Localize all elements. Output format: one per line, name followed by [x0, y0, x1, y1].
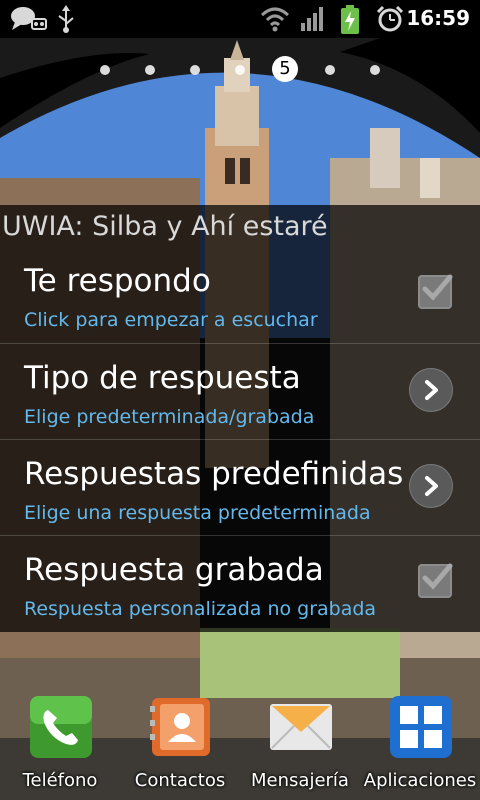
setting-subtitle: Respuesta personalizada no grabada [24, 598, 377, 620]
messaging-icon[interactable] [270, 696, 332, 758]
uwia-widget: UWIA: Silba y Ahí estaré Te respondo Cli… [0, 205, 480, 632]
dock-item-contactos[interactable]: Contactos [120, 696, 240, 796]
page-dot[interactable] [100, 65, 110, 75]
dock-label: Aplicaciones [363, 770, 477, 791]
dock-item-aplicaciones[interactable]: Aplicaciones [360, 696, 480, 796]
setting-row-respuestas-predefinidas[interactable]: Respuestas predefinidas Elige una respue… [0, 439, 480, 536]
setting-row-tipo-de-respuesta[interactable]: Tipo de respuesta Elige predeterminada/g… [0, 343, 480, 440]
setting-row-respuesta-grabada[interactable]: Respuesta grabada Respuesta personalizad… [0, 535, 480, 632]
alarm-icon [376, 5, 404, 32]
chat-notification-icon[interactable] [10, 5, 48, 33]
dock-label: Mensajería [251, 770, 349, 791]
setting-title: Respuesta grabada [24, 552, 324, 588]
wifi-icon [260, 7, 290, 32]
apps-grid-icon[interactable] [390, 696, 452, 758]
setting-title: Respuestas predefinidas [24, 456, 404, 492]
dock-item-telefono[interactable]: Teléfono [0, 696, 120, 796]
page-dot[interactable] [370, 65, 380, 75]
dock-item-mensajeria[interactable]: Mensajería [240, 696, 360, 796]
usb-icon [58, 5, 74, 33]
battery-charging-icon [341, 5, 359, 34]
setting-subtitle: Elige una respuesta predeterminada [24, 502, 371, 524]
contacts-icon[interactable] [150, 696, 212, 758]
chevron-right-icon [425, 380, 438, 400]
clock: 16:59 [406, 6, 470, 30]
respuestas-predefinidas-button[interactable] [409, 464, 453, 508]
page-dot[interactable] [325, 65, 335, 75]
current-page-indicator: 5 [272, 56, 298, 82]
te-respondo-checkbox[interactable] [418, 274, 453, 309]
respuesta-grabada-checkbox[interactable] [418, 563, 453, 598]
page-indicator[interactable]: 5 [0, 54, 480, 84]
setting-subtitle: Click para empezar a escuchar [24, 309, 318, 331]
checkmark-icon [422, 563, 453, 590]
phone-icon[interactable] [30, 696, 92, 758]
widget-title: UWIA: Silba y Ahí estaré [2, 211, 328, 242]
setting-row-te-respondo[interactable]: Te respondo Click para empezar a escucha… [0, 247, 480, 343]
dock-label: Teléfono [22, 770, 98, 791]
setting-subtitle: Elige predeterminada/grabada [24, 406, 315, 428]
setting-title: Te respondo [24, 263, 211, 299]
signal-icon [301, 7, 323, 31]
tipo-de-respuesta-button[interactable] [409, 368, 453, 412]
chevron-right-icon [425, 476, 438, 496]
page-dot[interactable] [190, 65, 200, 75]
checkmark-icon [422, 274, 453, 301]
status-bar: 16:59 [0, 0, 480, 38]
page-dot[interactable] [235, 65, 245, 75]
page-dot[interactable] [145, 65, 155, 75]
dock: Teléfono Contactos Mensajería Aplicacion… [0, 690, 480, 800]
setting-title: Tipo de respuesta [24, 360, 301, 396]
dock-label: Contactos [134, 770, 226, 791]
